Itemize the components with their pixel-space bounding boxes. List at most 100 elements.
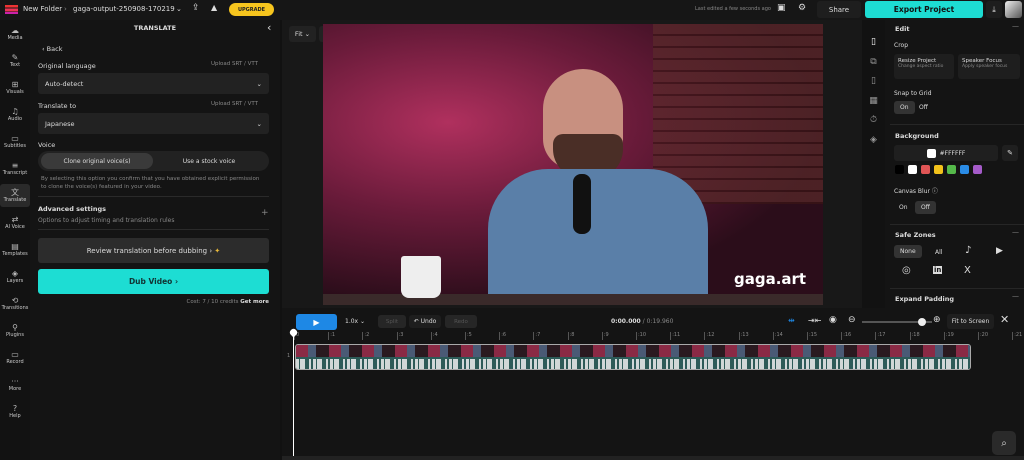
collapse-icon[interactable]: — xyxy=(1012,292,1019,300)
help-icon[interactable]: ⓘ xyxy=(932,188,938,195)
youtube-icon[interactable]: ▶ xyxy=(996,246,1003,256)
project-name[interactable]: gaga-output-250908-170219 xyxy=(73,5,175,13)
rail-item-layers[interactable]: ◈ Layers xyxy=(0,265,30,288)
divider xyxy=(38,229,269,230)
rail-item-ai-voice[interactable]: ⇄ AI Voice xyxy=(0,211,30,234)
rail-item-plugins[interactable]: ⚲ Plugins xyxy=(0,319,30,342)
rail-label: Templates xyxy=(2,251,28,257)
color-swatch[interactable] xyxy=(960,165,969,174)
x-icon[interactable]: X xyxy=(964,265,971,276)
back-button[interactable]: ‹ Back xyxy=(42,45,62,53)
play-button[interactable]: ▶ xyxy=(296,314,337,330)
gear-icon[interactable]: ⚙ xyxy=(798,3,806,13)
rail-item-text[interactable]: ✎ Text xyxy=(0,49,30,72)
snap-off[interactable]: Off xyxy=(919,104,928,111)
avatar[interactable] xyxy=(1005,1,1022,18)
rail-item-visuals[interactable]: ⊞ Visuals xyxy=(0,76,30,99)
tiktok-icon[interactable]: ♪ xyxy=(965,245,971,256)
collapse-icon[interactable]: — xyxy=(1012,22,1019,30)
file-icon[interactable]: ▯ xyxy=(862,33,885,53)
rail-item-help[interactable]: ? Help xyxy=(0,400,30,423)
rail-item-translate[interactable]: 文 Translate xyxy=(0,184,30,207)
zoom-slider-thumb[interactable] xyxy=(917,318,926,326)
dub-video-button[interactable]: Dub Video › xyxy=(38,269,269,294)
color-swatch[interactable] xyxy=(947,165,956,174)
safe-none[interactable]: None xyxy=(894,245,922,258)
panel-title: TRANSLATE xyxy=(133,24,177,32)
time-ruler[interactable]: 0:1:2:3:4:5:6:7:8:9:10:11:12:13:14:15:16… xyxy=(282,330,1024,342)
expand-plus-icon[interactable]: + xyxy=(261,208,269,218)
rail-item-media[interactable]: ☁ Media xyxy=(0,22,30,45)
rail-label: More xyxy=(8,386,22,392)
eyedropper-icon[interactable]: ✎ xyxy=(1002,145,1018,161)
snap-icon[interactable]: ⇹ xyxy=(788,316,795,325)
share-label: Share xyxy=(828,5,850,14)
close-timeline-icon[interactable]: ✕ xyxy=(1000,313,1009,326)
share-button[interactable]: Share xyxy=(817,1,861,18)
chevron-down-icon[interactable]: ⌄ xyxy=(176,5,182,13)
crop-icon[interactable]: ⧉ xyxy=(862,53,885,73)
snap-on[interactable]: On xyxy=(894,101,915,114)
resize-project-button[interactable]: Resize Project Change aspect ratio xyxy=(894,54,954,79)
horizontal-scrollbar[interactable] xyxy=(282,456,1024,460)
undo-button[interactable]: ↶ Undo xyxy=(409,315,441,328)
comment-icon[interactable]: ▣ xyxy=(777,3,786,13)
export-project-button[interactable]: Export Project xyxy=(865,1,983,18)
logo-icon[interactable] xyxy=(5,5,18,14)
rocket-icon[interactable]: ▲ xyxy=(211,3,217,12)
blur-on[interactable]: On xyxy=(899,204,908,211)
playhead[interactable] xyxy=(293,330,294,460)
video-frame[interactable]: gaga.art xyxy=(323,24,823,305)
rail-item-more[interactable]: ··· More xyxy=(0,373,30,396)
zoom-out-icon[interactable]: ⊖ xyxy=(848,315,856,325)
advanced-settings-title[interactable]: Advanced settings xyxy=(38,205,106,213)
zoom-slider[interactable] xyxy=(862,318,932,326)
color-swatch[interactable] xyxy=(921,165,930,174)
get-more-link[interactable]: Get more xyxy=(240,299,269,305)
rail-item-templates[interactable]: ▤ Templates xyxy=(0,238,30,261)
rail-item-subtitles[interactable]: ▭ Subtitles xyxy=(0,130,30,153)
rail-item-audio[interactable]: ♫ Audio xyxy=(0,103,30,126)
grid-icon[interactable]: ▦ xyxy=(862,92,885,112)
translate-to-select[interactable]: Japanese ⌄ xyxy=(38,113,269,134)
video-clip[interactable] xyxy=(295,344,971,370)
timer-icon[interactable]: ⏱ xyxy=(862,111,885,131)
layers-icon[interactable]: ◈ xyxy=(862,131,885,151)
instagram-icon[interactable]: ◎ xyxy=(902,265,911,276)
color-swatch[interactable] xyxy=(973,165,982,174)
safe-all[interactable]: All xyxy=(935,249,942,256)
split-button[interactable]: Split xyxy=(378,315,406,328)
blur-off[interactable]: Off xyxy=(915,201,936,214)
original-language-select[interactable]: Auto-detect ⌄ xyxy=(38,73,269,94)
collapse-icon[interactable]: — xyxy=(1012,228,1019,236)
upload-srt-link[interactable]: Upload SRT / VTT xyxy=(211,61,258,67)
upload-icon[interactable]: ⇪ xyxy=(192,3,200,13)
clone-voice-option[interactable]: Clone original voice(s) xyxy=(41,153,153,169)
phone-icon[interactable]: ▯ xyxy=(862,72,885,92)
rail-item-transitions[interactable]: ⟲ Transitions xyxy=(0,292,30,315)
color-swatch[interactable] xyxy=(908,165,917,174)
speed-dropdown[interactable]: 1.0x ⌄ xyxy=(345,318,365,325)
ruler-tick: :5 xyxy=(465,332,472,340)
stock-voice-option[interactable]: Use a stock voice xyxy=(153,153,265,169)
search-icon[interactable]: ⌕ xyxy=(992,431,1016,455)
rail-item-record[interactable]: ▭ Record xyxy=(0,346,30,369)
color-swatch[interactable] xyxy=(934,165,943,174)
folder-link[interactable]: New Folder xyxy=(23,5,62,13)
collapse-panel-icon[interactable]: ‹ xyxy=(267,21,271,34)
speaker-focus-button[interactable]: Speaker Focus Apply speaker focus xyxy=(958,54,1020,79)
upload-srt-link-2[interactable]: Upload SRT / VTT xyxy=(211,101,258,107)
fit-gap-icon[interactable]: ⇥⇤ xyxy=(808,316,821,325)
upgrade-button[interactable]: UPGRADE xyxy=(229,3,274,16)
review-translation-button[interactable]: Review translation before dubbing › ✦ xyxy=(38,238,269,263)
color-swatch[interactable] xyxy=(895,165,904,174)
rail-item-transcript[interactable]: ≡ Transcript xyxy=(0,157,30,180)
redo-button[interactable]: Redo xyxy=(445,315,477,328)
bg-color-input[interactable]: #FFFFFF xyxy=(894,145,998,161)
playhead-follow-icon[interactable]: ◉ xyxy=(829,315,837,325)
fit-dropdown[interactable]: Fit ⌄ xyxy=(289,26,316,42)
zoom-in-icon[interactable]: ⊕ xyxy=(933,315,941,325)
fit-to-screen-button[interactable]: Fit to Screen xyxy=(947,314,994,329)
download-icon[interactable]: ⤓ xyxy=(986,1,1002,18)
linkedin-icon[interactable]: in xyxy=(933,266,943,274)
